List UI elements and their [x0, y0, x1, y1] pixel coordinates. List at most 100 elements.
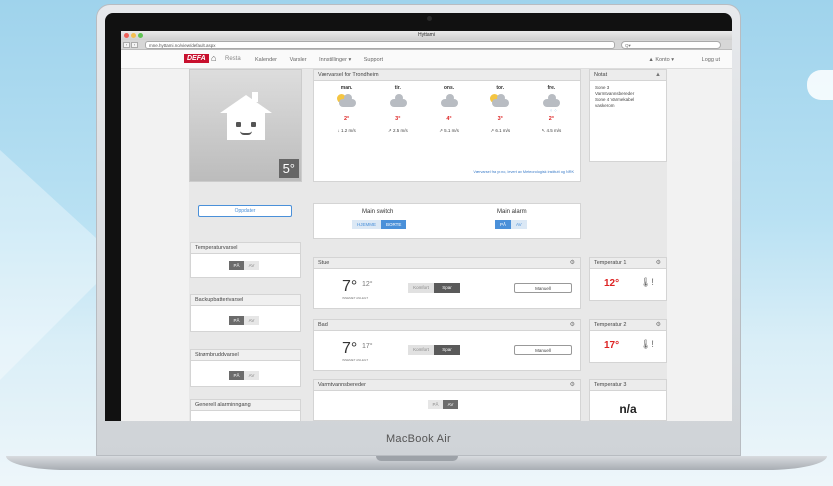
- toggle-on[interactable]: PÅ: [229, 316, 244, 325]
- toggle-on[interactable]: PÅ: [229, 261, 244, 270]
- save-mode-button[interactable]: Spar: [434, 345, 460, 355]
- url-toolbar: ‹ › mne.hyttami.no/view/default.aspx Q▾: [121, 40, 732, 50]
- gear-icon[interactable]: ⚙: [570, 258, 575, 269]
- maximize-window-icon[interactable]: [138, 33, 143, 38]
- search-input[interactable]: Q▾: [621, 41, 721, 49]
- wind-speed: 2.5 m/s: [392, 128, 408, 133]
- water-heater-toggle[interactable]: PÅ AV: [428, 400, 458, 409]
- day-temperature: 2°: [548, 116, 555, 122]
- comfort-mode-button[interactable]: Komfort: [408, 283, 434, 293]
- day-temperature: 2°: [343, 116, 350, 122]
- wind-speed: 5.1 m/s: [444, 128, 459, 133]
- power-outage-toggle[interactable]: PÅ AV: [229, 371, 259, 380]
- background-decoration: [807, 70, 833, 100]
- comfort-mode-button[interactable]: Komfort: [408, 345, 434, 355]
- day-wind: ↓ 1.2 m/s: [321, 128, 372, 133]
- alarm-on-option[interactable]: PÅ: [495, 220, 512, 229]
- account-menu[interactable]: ▲ Konto ▾: [648, 57, 674, 63]
- close-window-icon[interactable]: [124, 33, 129, 38]
- laptop-brand: MacBook Air: [385, 433, 452, 445]
- collapse-icon[interactable]: ▲: [655, 70, 661, 81]
- water-heater-title: Varmtvannsbereder: [318, 382, 366, 388]
- sensor-title: Temperatur 3: [594, 382, 627, 388]
- wind-arrow-icon: ↖: [541, 128, 546, 133]
- manual-mode-button[interactable]: Manuell: [514, 345, 572, 355]
- toggle-off[interactable]: AV: [244, 371, 259, 380]
- toggle-off[interactable]: AV: [244, 261, 259, 270]
- day-wind: ↗ 5.1 m/s: [423, 128, 474, 134]
- address-bar[interactable]: mne.hyttami.no/view/default.aspx: [145, 41, 615, 49]
- wind-arrow-icon: ↗: [387, 128, 392, 133]
- day-name: tir.: [394, 85, 401, 91]
- forward-icon[interactable]: ›: [131, 42, 138, 48]
- cloud-icon: [387, 94, 409, 108]
- house-status: 5°: [189, 69, 302, 182]
- logout-link[interactable]: Logg ut: [702, 57, 720, 63]
- day-wind: ↗ 6.1 m/s: [475, 128, 526, 134]
- toggle-on[interactable]: PÅ: [428, 400, 443, 409]
- day-temperature: 3°: [395, 116, 401, 122]
- power-outage-alert-panel: Strømbruddvarsel PÅ AV: [190, 349, 301, 387]
- toggle-on[interactable]: PÅ: [229, 371, 244, 380]
- backup-battery-alert-panel: Backupbatterivarsel PÅ AV: [190, 294, 301, 332]
- save-mode-button[interactable]: Spar: [434, 283, 460, 293]
- thermometer-alert-icon: 🌡!: [640, 277, 654, 287]
- back-icon[interactable]: ‹: [123, 42, 130, 48]
- mode-selector[interactable]: Komfort Spar: [408, 283, 460, 293]
- window-title: Hyttami: [418, 32, 435, 38]
- room-title: Bad ⚙: [314, 320, 580, 331]
- sensor-header: Temperatur 2 ⚙: [590, 320, 666, 331]
- gear-icon[interactable]: ⚙: [656, 258, 661, 269]
- menu-item-settings[interactable]: Innstillinger ▾: [319, 57, 351, 63]
- day-name: fre.: [547, 85, 556, 91]
- set-temperature[interactable]: 12°: [362, 281, 373, 288]
- update-button[interactable]: Oppdater: [198, 205, 292, 217]
- notes-header: Notat ▲: [590, 70, 666, 81]
- temperature-sensor-2: Temperatur 2 ⚙ 17° 🌡!: [589, 319, 667, 363]
- gear-icon[interactable]: ⚙: [570, 380, 575, 391]
- toggle-off[interactable]: AV: [244, 316, 259, 325]
- menu-item-alerts[interactable]: Varsler: [290, 57, 307, 63]
- forecast-day: tir. 3° ↗ 2.5 m/s: [372, 85, 423, 155]
- main-alarm-segmented[interactable]: PÅ AV: [495, 220, 527, 229]
- sensor-value: 12°: [604, 278, 620, 289]
- sensor-header: Temperatur 1 ⚙: [590, 258, 666, 269]
- product-name: Resta: [225, 56, 241, 62]
- water-heater-header: Varmtvannsbereder ⚙: [314, 380, 580, 391]
- main-switch-segmented[interactable]: HJEMME BORTE: [352, 220, 407, 229]
- toggle-off[interactable]: AV: [443, 400, 458, 409]
- forecast-day: man. 2° ↓ 1.2 m/s: [321, 85, 372, 155]
- set-temperature[interactable]: 17°: [362, 343, 373, 350]
- temperature-sensor-3: Temperatur 3 n/a: [589, 379, 667, 421]
- sensor-title: Temperatur 2: [594, 322, 627, 328]
- forecast-days: man. 2° ↓ 1.2 m/s tir. 3° ↗ 2.5 m/s ons. 4° ↗ 5.…: [321, 85, 577, 155]
- home-option[interactable]: HJEMME: [352, 220, 381, 229]
- menu-item-calendar[interactable]: Kalender: [255, 57, 277, 63]
- day-name: tor.: [496, 85, 505, 91]
- day-name: man.: [340, 85, 353, 91]
- forecast-credit-link[interactable]: Værvarsel fra yr.no, levert av Meteorolo…: [473, 170, 574, 174]
- away-option[interactable]: BORTE: [381, 220, 407, 229]
- backup-battery-toggle[interactable]: PÅ AV: [229, 316, 259, 325]
- panel-title: Temperaturvarsel: [191, 243, 300, 254]
- defa-logo[interactable]: DEFA: [184, 54, 209, 63]
- temperature-alert-toggle[interactable]: PÅ AV: [229, 261, 259, 270]
- home-icon[interactable]: ⌂: [211, 54, 216, 63]
- site-navbar: DEFA ⌂ Resta Kalender Varsler Innstillin…: [121, 50, 732, 69]
- minimize-window-icon[interactable]: [131, 33, 136, 38]
- alarm-off-option[interactable]: AV: [511, 220, 527, 229]
- menu-item-support[interactable]: Support: [364, 57, 383, 63]
- gear-icon[interactable]: ⚙: [570, 320, 575, 331]
- wind-arrow-icon: ↗: [439, 128, 443, 133]
- wind-speed: 6.1 m/s: [495, 128, 511, 133]
- gear-icon[interactable]: ⚙: [656, 320, 661, 331]
- manual-mode-button[interactable]: Manuell: [514, 283, 572, 293]
- actual-temperature-label: INNEMET: [342, 296, 356, 300]
- day-name: ons.: [443, 85, 455, 91]
- temperature-labels: INNEMET ANLEGT: [342, 296, 368, 300]
- room-name: Stue: [318, 260, 330, 266]
- mode-selector[interactable]: Komfort Spar: [408, 345, 460, 355]
- notes-body[interactable]: Sone 3 Varmtvannsbereder Sone 4 Varmekab…: [590, 81, 666, 113]
- dashboard: 5° Værvarsel for Trondheim man. 2° ↓ 1.2 m…: [189, 69, 667, 421]
- wind-speed: 1.2 m/s: [340, 128, 356, 133]
